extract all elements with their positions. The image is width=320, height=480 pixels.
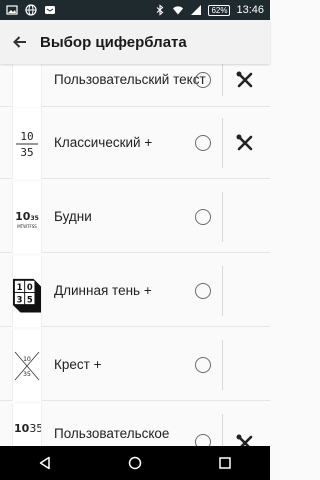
nav-recents-button[interactable]	[205, 446, 245, 480]
watchface-label: Будни	[54, 209, 92, 224]
svg-text:3: 3	[17, 294, 23, 304]
divider	[222, 64, 223, 96]
battery-icon: 62%	[208, 4, 231, 16]
back-button[interactable]	[0, 20, 40, 64]
watchface-label: Пользовательское	[54, 426, 170, 441]
svg-text:MTWTFSS: MTWTFSS	[17, 224, 37, 229]
tools-icon	[236, 134, 253, 151]
status-bar: 62% 13:46	[0, 0, 270, 20]
watchface-label: Пользовательский текст	[54, 72, 206, 87]
globe-icon	[25, 4, 37, 16]
recents-square-icon	[219, 457, 231, 469]
image-icon	[6, 5, 18, 15]
list-item[interactable]: 10 35 Классический +	[0, 108, 270, 179]
list-item[interactable]: Пользовательский текст	[0, 64, 270, 107]
svg-text:1: 1	[17, 282, 23, 292]
classic-watchface-icon: 10 35	[16, 130, 38, 159]
divider	[222, 118, 223, 168]
watchface-thumbnail: 1 0 3 5	[12, 256, 42, 327]
watchface-label: Крест +	[54, 357, 102, 372]
watchface-thumbnail: 1035	[12, 404, 42, 446]
watchface-label: Длинная тень +	[54, 283, 152, 298]
list-item[interactable]: 1035 Пользовательское	[0, 404, 270, 446]
wifi-icon	[173, 6, 184, 15]
svg-text:1035: 1035	[14, 422, 41, 435]
messenger-icon	[45, 6, 55, 14]
radio-button[interactable]	[195, 434, 211, 446]
tools-icon	[236, 434, 253, 446]
watchface-label: Классический +	[54, 135, 153, 150]
watchface-thumbnail: 10 35	[12, 108, 42, 179]
signal-icon	[191, 5, 202, 15]
arrow-back-icon	[13, 36, 26, 48]
nav-home-button[interactable]	[115, 446, 155, 480]
radio-button[interactable]	[195, 72, 211, 88]
settings-button[interactable]	[234, 69, 256, 91]
bluetooth-icon	[157, 4, 164, 16]
divider	[222, 266, 223, 316]
settings-button[interactable]	[234, 132, 256, 154]
radio-button[interactable]	[195, 209, 211, 225]
radio-button[interactable]	[195, 283, 211, 299]
nav-back-button[interactable]	[25, 446, 65, 480]
list-item[interactable]: 1 0 3 5 Длинная тень +	[0, 256, 270, 327]
settings-button[interactable]	[234, 432, 256, 446]
watchface-list[interactable]: Пользовательский текст 10 35 Классически…	[0, 64, 270, 446]
divider	[222, 414, 223, 446]
list-item[interactable]: 10 35 Крест +	[0, 330, 270, 401]
watchface-thumbnail: 10 35	[12, 330, 42, 401]
svg-text:1035: 1035	[15, 210, 39, 223]
custom-watchface-icon: 1035	[14, 422, 41, 435]
tools-icon	[236, 71, 253, 88]
radio-button[interactable]	[195, 135, 211, 151]
list-item[interactable]: 1035 MTWTFSS Будни	[0, 182, 270, 253]
navigation-bar	[0, 446, 270, 480]
watchface-thumbnail	[12, 64, 42, 107]
svg-text:5: 5	[27, 294, 33, 304]
long-shadow-watchface-icon: 1 0 3 5	[13, 278, 41, 313]
cross-watchface-icon: 10 35	[14, 351, 40, 380]
status-time: 13:46	[236, 4, 264, 16]
divider	[222, 192, 223, 242]
divider	[222, 340, 223, 390]
weekdays-watchface-icon: 1035 MTWTFSS	[15, 210, 39, 229]
svg-text:0: 0	[27, 282, 33, 292]
svg-text:10: 10	[23, 356, 31, 363]
home-circle-icon	[128, 456, 142, 470]
back-triangle-icon	[39, 456, 50, 470]
radio-button[interactable]	[195, 357, 211, 373]
svg-text:35: 35	[20, 146, 33, 159]
svg-text:10: 10	[20, 130, 33, 143]
watchface-thumbnail: 1035 MTWTFSS	[12, 182, 42, 253]
app-bar: Выбор циферблата	[0, 20, 270, 64]
svg-text:35: 35	[23, 371, 31, 378]
page-title: Выбор циферблата	[40, 33, 187, 51]
